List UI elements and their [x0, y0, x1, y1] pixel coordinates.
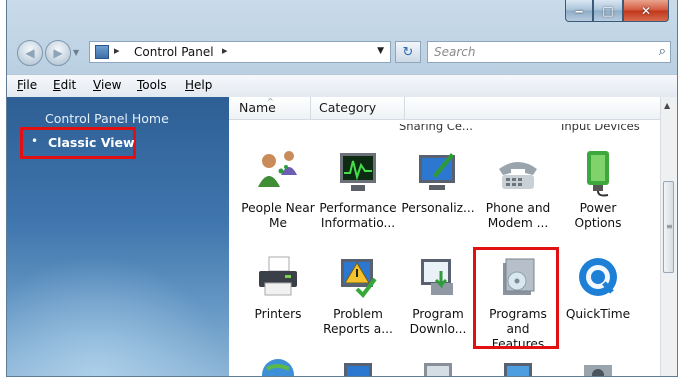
people-near-me-icon	[258, 151, 297, 187]
classic-view-highlight: • Classic View	[20, 127, 136, 159]
sort-ascending-icon: ^	[267, 97, 274, 106]
breadcrumb-separator[interactable]: ▸	[222, 44, 228, 57]
cp-item-quicktime[interactable]: QuickTime	[559, 253, 637, 322]
column-header-category[interactable]: Category	[311, 97, 405, 119]
control-panel-home-link[interactable]: Control Panel Home	[45, 111, 169, 126]
monitor-icon[interactable]	[341, 359, 375, 377]
device-icon[interactable]	[421, 359, 455, 377]
partial-item-label[interactable]: Sharing Ce...	[399, 124, 473, 133]
recent-pages-dropdown[interactable]: ▼	[73, 48, 79, 57]
performance-icon	[340, 153, 376, 191]
problem-reports-icon	[341, 259, 377, 299]
power-options-icon	[587, 151, 609, 197]
search-icon[interactable]: ⌕	[659, 44, 666, 59]
cp-item-personalization[interactable]: Personaliz...	[399, 147, 477, 216]
breadcrumb-separator[interactable]: ▸	[114, 44, 120, 57]
menu-view[interactable]: View	[93, 78, 121, 92]
cp-item-program-download[interactable]: Program Downlo...	[399, 253, 477, 337]
close-icon: ✕	[640, 3, 652, 18]
program-download-icon	[421, 259, 453, 295]
menu-bar: File Edit View Tools Help	[7, 74, 677, 98]
menu-help[interactable]: Help	[185, 78, 212, 92]
cp-item-performance[interactable]: Performance Informatio...	[319, 147, 397, 231]
sound-icon[interactable]	[581, 359, 615, 377]
menu-tools[interactable]: Tools	[137, 78, 167, 92]
grip-icon: ≡	[666, 222, 673, 231]
menu-file[interactable]: File	[17, 78, 37, 92]
task-pane: Control Panel Home • Classic View	[7, 97, 229, 376]
search-box[interactable]: Search ⌕	[427, 41, 671, 63]
search-input[interactable]: Search	[434, 45, 476, 59]
cp-item-phone-modem[interactable]: Phone and Modem ...	[479, 147, 557, 231]
printer-icon	[259, 256, 297, 296]
maximize-button[interactable]: □	[593, 0, 623, 22]
column-header-name[interactable]: ^ Name	[229, 97, 311, 119]
items-view: ^ Name Category Sharing Ce... Input Devi…	[229, 97, 677, 376]
phone-modem-icon	[499, 162, 537, 189]
maximize-icon: □	[602, 3, 614, 18]
refresh-button[interactable]: ↻	[395, 41, 421, 63]
address-dropdown-icon[interactable]: ▼	[377, 46, 384, 56]
explorer-window: ‒ □ ✕ ◀ ▶ ▼ ▸ Control Panel ▸ ▼ ↻ Search…	[6, 0, 678, 377]
partial-item-label[interactable]: Input Devices	[561, 124, 640, 133]
close-button[interactable]: ✕	[623, 0, 669, 22]
refresh-icon: ↻	[402, 44, 414, 60]
caption-buttons: ‒ □ ✕	[565, 0, 669, 24]
personalization-icon	[419, 153, 455, 190]
programs-and-features-highlight	[473, 247, 559, 349]
cp-item-problem-reports[interactable]: Problem Reports a...	[319, 253, 397, 337]
security-icon[interactable]	[501, 359, 535, 377]
minimize-icon: ‒	[574, 3, 584, 18]
navigation-bar: ◀ ▶ ▼ ▸ Control Panel ▸ ▼ ↻ Search ⌕	[7, 38, 677, 68]
breadcrumb-control-panel[interactable]: Control Panel	[134, 45, 214, 59]
column-header-bar: ^ Name Category	[229, 97, 661, 120]
vertical-scrollbar[interactable]: ▲ ≡	[660, 97, 677, 376]
quicktime-icon	[579, 258, 617, 296]
scrollbar-thumb[interactable]: ≡	[663, 181, 674, 273]
control-panel-icon	[95, 45, 109, 59]
cp-item-printers[interactable]: Printers	[239, 253, 317, 322]
back-button[interactable]: ◀	[17, 40, 43, 66]
back-arrow-icon: ◀	[25, 46, 35, 60]
scroll-up-icon[interactable]: ▲	[664, 101, 670, 110]
address-bar[interactable]: ▸ Control Panel ▸ ▼	[89, 41, 391, 63]
cp-item-people-near-me[interactable]: People Near Me	[239, 147, 317, 231]
network-globe-icon[interactable]	[261, 355, 295, 377]
menu-edit[interactable]: Edit	[53, 78, 76, 92]
bullet-icon: •	[31, 134, 39, 148]
classic-view-link[interactable]: Classic View	[48, 135, 135, 150]
minimize-button[interactable]: ‒	[565, 0, 593, 22]
cp-item-power-options[interactable]: Power Options	[559, 147, 637, 231]
forward-arrow-icon: ▶	[53, 46, 63, 60]
forward-button[interactable]: ▶	[45, 40, 71, 66]
